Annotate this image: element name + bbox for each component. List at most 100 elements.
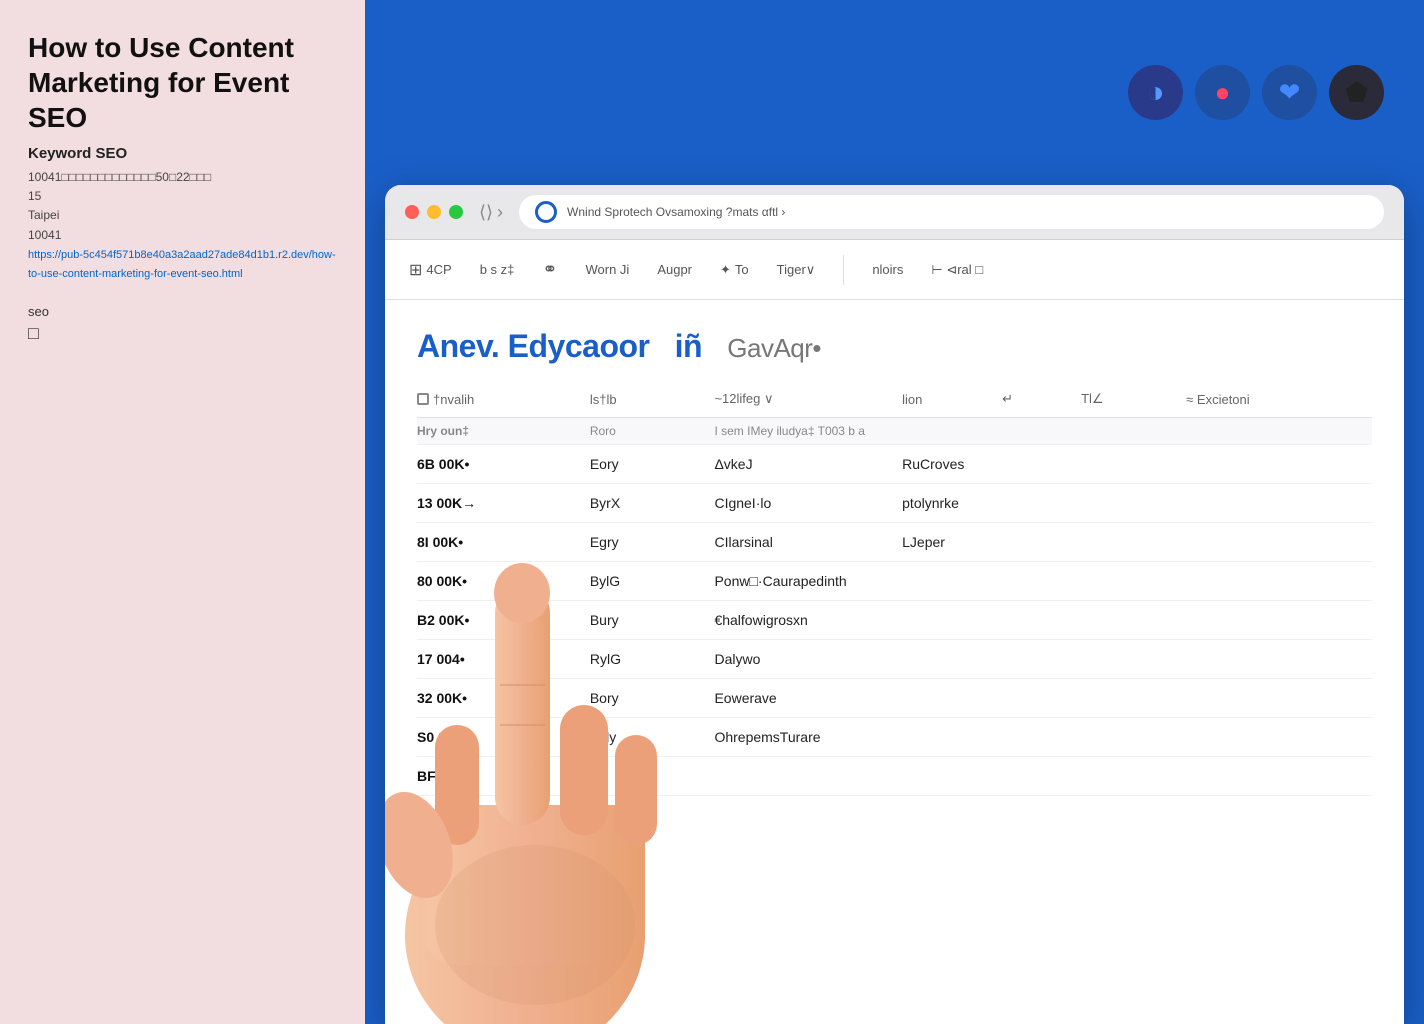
back-icon[interactable]: ⟨⟩ xyxy=(479,202,493,223)
cell-7-2: OhrepemsTurare xyxy=(702,718,1372,757)
toolbar-label-aral: ⊢ ⊲ral □ xyxy=(931,262,983,278)
subheader-0: Hry oun‡ xyxy=(417,418,578,445)
toolbar-label-augpr: Augpr xyxy=(657,262,692,277)
cell-1-2: CIgneI·lo xyxy=(702,484,890,523)
table-row: 6B 00K• Eory ΔvkeJ RuCroves xyxy=(417,445,1372,484)
table-row: B2 00K• Bury €halfowigrosxn xyxy=(417,601,1372,640)
main-area: ◑ ● ❤ ⬟ ⟨⟩ › xyxy=(365,0,1424,1024)
cell-6-1: Bory xyxy=(578,679,703,718)
cell-7-0: S0 00K• xyxy=(417,718,578,757)
table-row: S0 00K• Nilly OhrepemsTurare xyxy=(417,718,1372,757)
col-header-5[interactable]: Tl∠ xyxy=(1069,381,1174,418)
close-button[interactable] xyxy=(405,205,419,219)
cell-1-0: 13 00K→ xyxy=(417,484,578,523)
toolbar-label-nloirs: nloirs xyxy=(872,262,903,277)
col-header-6[interactable]: ≈ Excietoni xyxy=(1174,381,1372,418)
toolbar-item-2[interactable]: ⚭ xyxy=(542,259,557,280)
cell-0-1: Eory xyxy=(578,445,703,484)
subheader-2: I sem IMey iludya‡ T003 b a xyxy=(702,418,1372,445)
cell-0-3: RuCroves xyxy=(890,445,1372,484)
maximize-button[interactable] xyxy=(449,205,463,219)
nav-arrows: ⟨⟩ › xyxy=(479,202,503,223)
toolbar-item-0[interactable]: ⊞ 4CP xyxy=(409,260,452,280)
cell-2-3: LJeper xyxy=(890,523,1372,562)
table-row: 32 00K• Bory Eowerave xyxy=(417,679,1372,718)
forward-icon[interactable]: › xyxy=(497,202,503,223)
cell-5-1: RylG xyxy=(578,640,703,679)
toolbar-label-worm: Worn Ji xyxy=(585,262,629,277)
toolbar-label-0: 4CP xyxy=(426,262,451,277)
cell-5-0: 17 004• xyxy=(417,640,578,679)
cell-8-0: BF 00K• xyxy=(417,757,578,796)
cell-4-1: Bury xyxy=(578,601,703,640)
sidebar: How to Use Content Marketing for Event S… xyxy=(0,0,365,1024)
cell-0-0: 6B 00K• xyxy=(417,445,578,484)
browser-content: Anev. Edycaoor iñ GavAqr• †nvalih xyxy=(385,300,1404,1024)
sidebar-subtitle: Keyword SEO xyxy=(28,145,337,162)
sidebar-tag: seo xyxy=(28,304,337,319)
col-header-0[interactable]: †nvalih xyxy=(417,381,578,418)
title-part1: Anev. xyxy=(417,328,499,364)
browser-chrome: ⟨⟩ › Wnind Sprotech Ovsamoxing ?mats αft… xyxy=(385,185,1404,240)
table-row: BF 00K• xyxy=(417,757,1372,796)
meta-line1: 10041□□□□□□□□□□□□□50□22□□□ xyxy=(28,170,211,184)
cell-2-2: CIlarsinal xyxy=(702,523,890,562)
top-bar: ◑ ● ❤ ⬟ xyxy=(365,0,1424,185)
address-bar[interactable]: Wnind Sprotech Ovsamoxing ?mats αftl › xyxy=(519,195,1384,229)
browser-window: ⟨⟩ › Wnind Sprotech Ovsamoxing ?mats αft… xyxy=(385,185,1404,1024)
toolbar-item-augpr[interactable]: Augpr xyxy=(657,262,692,277)
col-header-4[interactable]: ↵ xyxy=(990,381,1069,418)
meta-line4: 10041 xyxy=(28,228,61,242)
cell-6-2: Eowerave xyxy=(702,679,1372,718)
subheader-1: Roro xyxy=(578,418,703,445)
cell-4-0: B2 00K• xyxy=(417,601,578,640)
cell-5-2: Dalywo xyxy=(702,640,1372,679)
toolbar-icon-0: ⊞ xyxy=(409,260,422,280)
toolbar-label-tiger: Tiger∨ xyxy=(777,262,816,278)
meta-url[interactable]: https://pub-5c454f571b8e40a3a2aad27ade84… xyxy=(28,249,336,281)
content-title: Anev. Edycaoor iñ GavAqr• xyxy=(417,328,1372,365)
toolbar-label-te: To xyxy=(735,262,749,277)
data-table: †nvalih ls†lb ~12lifeg ∨ lion ↵ Tl∠ ≈ Ex… xyxy=(417,381,1372,796)
meta-line2: 15 xyxy=(28,189,41,203)
minimize-button[interactable] xyxy=(427,205,441,219)
top-icon-1: ◑ xyxy=(1128,65,1183,120)
cell-8-1 xyxy=(578,757,703,796)
col-header-3[interactable]: lion xyxy=(890,381,990,418)
toolbar-divider xyxy=(843,255,844,285)
toolbar-item-worm[interactable]: Worn Ji xyxy=(585,262,629,277)
toolbar-item-nloirs[interactable]: nloirs xyxy=(872,262,903,277)
cell-3-2: Ponw□·Caurapedinth xyxy=(702,562,1372,601)
cell-4-2: €halfowigrosxn xyxy=(702,601,1372,640)
cell-6-0: 32 00K• xyxy=(417,679,578,718)
title-part4: GavAqr• xyxy=(727,333,821,363)
col-header-2[interactable]: ~12lifeg ∨ xyxy=(702,381,890,418)
cell-2-0: 8I 00K• xyxy=(417,523,578,562)
table-row: 13 00K→ ByrX CIgneI·lo ptolynrke xyxy=(417,484,1372,523)
sidebar-icon-box: □ xyxy=(28,323,337,344)
browser-loading-icon xyxy=(535,201,557,223)
cell-3-0: 80 00K• xyxy=(417,562,578,601)
meta-line3: Taipei xyxy=(28,208,59,222)
table-row: 17 004• RylG Dalywo xyxy=(417,640,1372,679)
cell-7-1: Nilly xyxy=(578,718,703,757)
cell-0-2: ΔvkeJ xyxy=(702,445,890,484)
cell-8-2 xyxy=(702,757,1372,796)
top-icon-2: ● xyxy=(1195,65,1250,120)
cell-1-3: ptolynrke xyxy=(890,484,1372,523)
toolbar-item-aral[interactable]: ⊢ ⊲ral □ xyxy=(931,262,983,278)
title-part3: iñ xyxy=(675,328,702,364)
toolbar-item-te[interactable]: ✦ To xyxy=(720,262,749,278)
col-header-1[interactable]: ls†lb xyxy=(578,381,703,418)
top-icon-3: ❤ xyxy=(1262,65,1317,120)
top-icons: ◑ ● ❤ ⬟ xyxy=(1128,65,1384,120)
col-checkbox[interactable] xyxy=(417,393,429,405)
toolbar-item-1[interactable]: b s z‡ xyxy=(480,262,515,277)
cell-3-1: BylG xyxy=(578,562,703,601)
toolbar-item-tiger[interactable]: Tiger∨ xyxy=(777,262,816,278)
traffic-lights xyxy=(405,205,463,219)
table-row: 80 00K• BylG Ponw□·Caurapedinth xyxy=(417,562,1372,601)
sidebar-meta: 10041□□□□□□□□□□□□□50□22□□□ 15 Taipei 100… xyxy=(28,168,337,284)
browser-toolbar: ⊞ 4CP b s z‡ ⚭ Worn Ji Augpr ✦ To Tiger∨ xyxy=(385,240,1404,300)
toolbar-label-1: b s z‡ xyxy=(480,262,515,277)
